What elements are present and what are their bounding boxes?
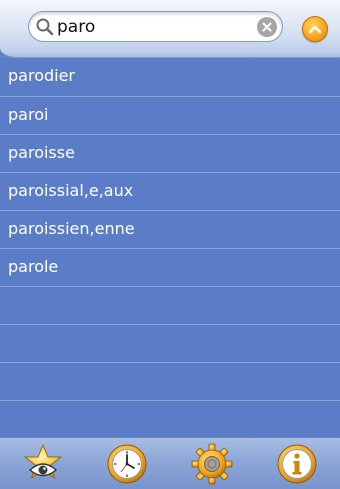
- empty-row: [0, 287, 340, 325]
- result-item[interactable]: paroissial,e,aux: [0, 173, 340, 211]
- bottom-toolbar: [0, 437, 340, 489]
- dictionary-app: parodier paroi paroisse paroissial,e,aux…: [0, 0, 340, 489]
- gear-icon: [191, 443, 233, 485]
- search-icon: [35, 17, 55, 37]
- favorites-button[interactable]: [22, 443, 64, 485]
- result-label: parole: [8, 257, 59, 276]
- settings-button[interactable]: [191, 443, 233, 485]
- result-item[interactable]: parole: [0, 249, 340, 287]
- result-label: paroissien,enne: [8, 219, 135, 238]
- search-header: [0, 0, 340, 58]
- info-button[interactable]: [276, 443, 318, 485]
- result-label: paroisse: [8, 143, 75, 162]
- history-button[interactable]: [106, 443, 148, 485]
- result-label: parodier: [8, 66, 75, 85]
- close-icon: [262, 22, 272, 32]
- result-item[interactable]: paroisse: [0, 135, 340, 173]
- result-item[interactable]: parodier: [0, 58, 340, 97]
- result-label: paroi: [8, 105, 49, 124]
- result-item[interactable]: paroi: [0, 97, 340, 135]
- empty-row: [0, 325, 340, 363]
- empty-row: [0, 363, 340, 401]
- clock-icon: [107, 444, 147, 484]
- collapse-button[interactable]: [302, 16, 328, 42]
- search-input[interactable]: [57, 15, 247, 38]
- result-item[interactable]: paroissien,enne: [0, 211, 340, 249]
- info-icon: [277, 444, 317, 484]
- empty-row: [0, 401, 340, 439]
- search-bar[interactable]: [28, 11, 283, 42]
- eye-star-icon: [23, 443, 63, 480]
- clear-search-button[interactable]: [257, 17, 277, 37]
- result-list: parodier paroi paroisse paroissial,e,aux…: [0, 58, 340, 439]
- chevron-up-icon: [308, 25, 322, 34]
- result-label: paroissial,e,aux: [8, 181, 134, 200]
